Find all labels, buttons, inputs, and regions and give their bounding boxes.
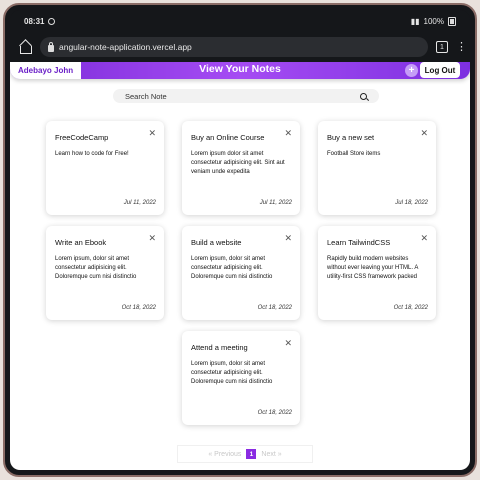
note-date: Oct 18, 2022 xyxy=(257,305,292,311)
note-body: Lorem ipsum, dolor sit amet consectetur … xyxy=(191,361,273,385)
pagination: « Previous 1 Next » xyxy=(177,445,313,463)
note-date: Jul 11, 2022 xyxy=(123,200,156,206)
battery-icon xyxy=(448,16,456,26)
note-card[interactable]: Attend a meeting ✕ Lorem ipsum, dolor si… xyxy=(182,331,300,425)
search-input[interactable]: Search Note xyxy=(113,89,379,103)
close-icon[interactable]: ✕ xyxy=(284,234,292,243)
browser-toolbar: angular-note-application.vercel.app 1 ⋮ xyxy=(10,32,470,62)
close-icon[interactable]: ✕ xyxy=(284,129,292,138)
more-menu-icon[interactable]: ⋮ xyxy=(456,41,467,53)
note-body: Lorem ipsum dolor sit amet consectetur a… xyxy=(191,151,285,175)
note-card[interactable]: Buy a new set ✕ Football Store items Jul… xyxy=(318,121,436,215)
url-text: angular-note-application.vercel.app xyxy=(59,42,192,52)
previous-page-link[interactable]: « Previous xyxy=(208,451,241,458)
note-title: Learn TailwindCSS xyxy=(327,238,391,247)
next-page-link[interactable]: Next » xyxy=(261,451,281,458)
current-page-button[interactable]: 1 xyxy=(246,449,257,459)
note-title: Build a website xyxy=(191,238,242,247)
tab-switcher-button[interactable]: 1 xyxy=(436,41,448,53)
battery-text: 100% xyxy=(423,16,444,26)
web-page: Adebayo John View Your Notes + Log Out S… xyxy=(10,62,470,470)
close-icon[interactable]: ✕ xyxy=(148,234,156,243)
note-title: Write an Ebook xyxy=(55,238,107,247)
note-card[interactable]: Write an Ebook ✕ Lorem ipsum, dolor sit … xyxy=(46,226,164,320)
notification-icon xyxy=(48,17,56,25)
screen: 08:31 ▮▮ 100% angular-note-application.v… xyxy=(10,10,470,470)
note-card[interactable]: FreeCodeCamp ✕ Learn how to code for Fre… xyxy=(46,121,164,215)
search-placeholder: Search Note xyxy=(125,91,167,101)
home-icon[interactable] xyxy=(18,40,32,54)
app-header: Adebayo John View Your Notes + Log Out xyxy=(10,62,470,79)
page-title: View Your Notes xyxy=(199,63,281,75)
close-icon[interactable]: ✕ xyxy=(284,339,292,348)
note-title: Buy a new set xyxy=(327,133,375,142)
add-note-button[interactable]: + xyxy=(405,64,418,77)
lock-icon xyxy=(48,41,54,52)
note-body: Rapidly build modern websites without ev… xyxy=(327,256,419,280)
note-body: Football Store items xyxy=(327,151,381,157)
note-body: Lorem ipsum, dolor sit amet consectetur … xyxy=(55,256,137,280)
note-body: Lorem ipsum, dolor sit amet consectetur … xyxy=(191,256,273,280)
address-bar[interactable]: angular-note-application.vercel.app xyxy=(40,37,428,57)
note-card[interactable]: Buy an Online Course ✕ Lorem ipsum dolor… xyxy=(182,121,300,215)
device-frame: 08:31 ▮▮ 100% angular-note-application.v… xyxy=(3,3,477,477)
note-card[interactable]: Build a website ✕ Lorem ipsum, dolor sit… xyxy=(182,226,300,320)
note-date: Oct 18, 2022 xyxy=(393,305,428,311)
note-date: Jul 11, 2022 xyxy=(259,200,292,206)
status-time: 08:31 xyxy=(24,16,45,26)
status-bar: 08:31 ▮▮ 100% xyxy=(10,10,470,32)
signal-icon: ▮▮ xyxy=(410,16,420,26)
logout-button[interactable]: Log Out xyxy=(420,62,460,78)
note-title: FreeCodeCamp xyxy=(55,133,109,142)
close-icon[interactable]: ✕ xyxy=(420,234,428,243)
note-date: Jul 18, 2022 xyxy=(395,200,428,206)
search-icon[interactable] xyxy=(360,92,367,100)
close-icon[interactable]: ✕ xyxy=(148,129,156,138)
note-body: Learn how to code for Free! xyxy=(55,151,129,157)
note-date: Oct 18, 2022 xyxy=(121,305,156,311)
note-date: Oct 18, 2022 xyxy=(257,410,292,416)
note-title: Buy an Online Course xyxy=(191,133,265,142)
note-card[interactable]: Learn TailwindCSS ✕ Rapidly build modern… xyxy=(318,226,436,320)
note-title: Attend a meeting xyxy=(191,343,248,352)
close-icon[interactable]: ✕ xyxy=(420,129,428,138)
